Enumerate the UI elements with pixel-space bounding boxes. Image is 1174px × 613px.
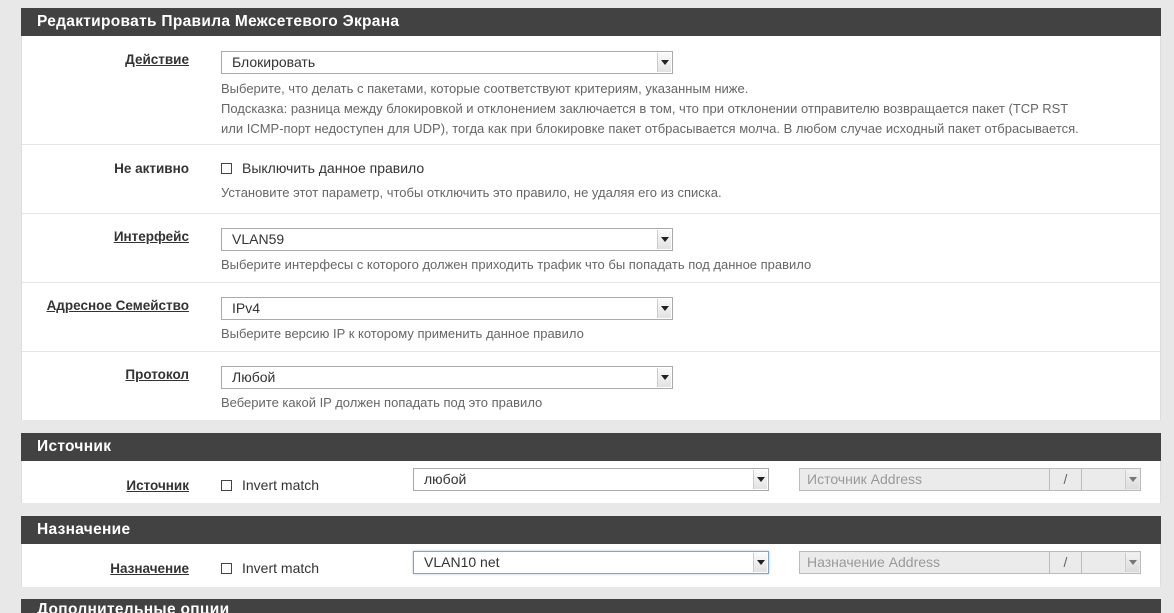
action-help: Выберите, что делать с пакетами, которые…: [221, 79, 1161, 139]
interface-label: Интерфейс: [113, 229, 189, 244]
protocol-row: Протокол Любой Веберите какой IP должен …: [22, 352, 1160, 420]
address-family-select-value: IPv4: [232, 300, 261, 316]
source-type-select[interactable]: любой: [413, 468, 769, 491]
chevron-down-icon: [657, 230, 671, 249]
action-select-value: Блокировать: [232, 54, 316, 70]
protocol-help: Веберите какой IP должен попадать под эт…: [221, 395, 543, 410]
source-mask-select[interactable]: [1081, 468, 1141, 491]
destination-label: Назначение: [110, 561, 189, 576]
action-select[interactable]: Блокировать: [221, 51, 673, 74]
destination-slash: /: [1049, 551, 1082, 574]
edit-rule-panel-title: Редактировать Правила Межсетевого Экрана: [21, 8, 1161, 36]
destination-invert-wrap[interactable]: Invert match: [221, 560, 319, 576]
source-invert-wrap[interactable]: Invert match: [221, 477, 319, 493]
destination-type-select[interactable]: VLAN10 net: [413, 551, 769, 574]
source-slash: /: [1049, 468, 1082, 491]
action-help-line-3: или ICMP-порт недоступен для UDP), тогда…: [221, 121, 1079, 136]
chevron-down-icon: [753, 553, 767, 572]
action-help-line-1: Выберите, что делать с пакетами, которые…: [221, 81, 749, 96]
extra-options-panel-title: Дополнительные опции: [21, 599, 1161, 613]
edit-rule-panel: Редактировать Правила Межсетевого Экрана…: [21, 8, 1161, 420]
disabled-help: Установите этот параметр, чтобы отключит…: [221, 185, 722, 200]
action-row: Действие Блокировать Выберите, что делат…: [22, 36, 1160, 145]
protocol-label: Протокол: [125, 367, 189, 382]
source-invert-label: Invert match: [242, 477, 320, 493]
interface-help: Выберите интерфесы с которого должен при…: [221, 257, 812, 272]
protocol-select[interactable]: Любой: [221, 366, 673, 389]
source-slash-text: /: [1063, 471, 1068, 487]
address-family-label: Адресное Семейство: [46, 298, 189, 313]
source-panel-title: Источник: [21, 433, 1161, 461]
destination-type-value: VLAN10 net: [424, 554, 500, 570]
destination-mask-select[interactable]: [1081, 551, 1141, 574]
chevron-down-icon: [657, 368, 671, 387]
destination-panel-title: Назначение: [21, 516, 1161, 544]
protocol-select-value: Любой: [232, 369, 276, 385]
destination-panel: Назначение Назначение Invert match VLAN1…: [21, 516, 1161, 587]
destination-address-placeholder: Назначение Address: [807, 554, 941, 570]
interface-row: Интерфейс VLAN59 Выберите интерфесы с ко…: [22, 214, 1160, 283]
chevron-down-icon: [657, 53, 671, 72]
chevron-down-icon: [1125, 553, 1139, 572]
action-help-line-2: Подсказка: разница между блокировкой и о…: [221, 101, 1069, 116]
address-family-row: Адресное Семейство IPv4 Выберите версию …: [22, 283, 1160, 352]
disabled-checkbox-wrap[interactable]: Выключить данное правило: [221, 160, 424, 176]
interface-select-value: VLAN59: [232, 231, 285, 247]
destination-invert-label: Invert match: [242, 560, 320, 576]
address-family-select[interactable]: IPv4: [221, 297, 673, 320]
source-address-input[interactable]: Источник Address: [799, 468, 1050, 491]
disabled-row: Не активно Выключить данное правило Уста…: [22, 145, 1160, 214]
source-panel: Источник Источник Invert match любой Ист…: [21, 433, 1161, 503]
disabled-checkbox[interactable]: [221, 162, 232, 174]
chevron-down-icon: [1125, 470, 1139, 489]
destination-address-input[interactable]: Назначение Address: [799, 551, 1050, 574]
source-address-placeholder: Источник Address: [807, 471, 923, 487]
chevron-down-icon: [753, 470, 767, 489]
source-invert-checkbox[interactable]: [221, 479, 232, 491]
disabled-label: Не активно: [114, 161, 189, 176]
address-family-help: Выберите версию IP к которому применить …: [221, 326, 584, 341]
source-type-value: любой: [424, 471, 467, 487]
interface-select[interactable]: VLAN59: [221, 228, 673, 251]
source-label: Источник: [126, 478, 189, 493]
chevron-down-icon: [657, 299, 671, 318]
destination-slash-text: /: [1063, 554, 1068, 570]
action-label: Действие: [125, 52, 189, 67]
disabled-checkbox-label: Выключить данное правило: [242, 160, 425, 176]
destination-invert-checkbox[interactable]: [221, 562, 232, 574]
extra-options-panel: Дополнительные опции: [21, 599, 1161, 613]
